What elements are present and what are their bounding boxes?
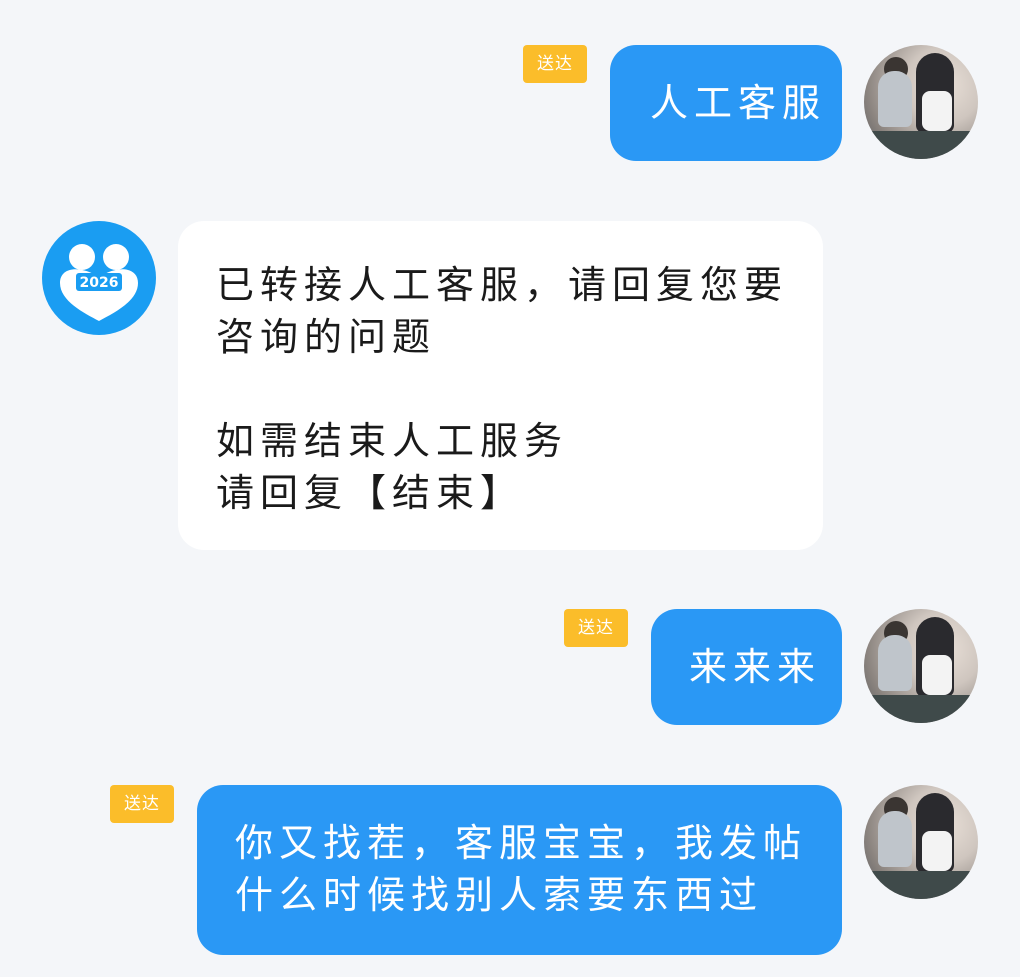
message-text: 已转接人工客服，请回复您要咨询的问题 如需结束人工服务 请回复【结束】 — [216, 263, 789, 515]
svg-text:2026: 2026 — [80, 275, 119, 291]
message-text: 人工客服 — [650, 81, 827, 125]
message-text: 来来来 — [689, 645, 822, 689]
delivered-status-badge: 送达 — [564, 609, 628, 647]
sent-message-bubble[interactable]: 来来来 — [651, 609, 842, 725]
sent-message-bubble[interactable]: 你又找茬，客服宝宝，我发帖什么时候找别人索要东西过 — [197, 785, 842, 955]
chat-conversation: 送达 人工客服 2026 已转接人工客服，请回复您要咨询的问题 如需结束人工服务… — [0, 0, 1020, 977]
user-avatar[interactable] — [864, 45, 978, 159]
sent-message-bubble[interactable]: 人工客服 — [610, 45, 842, 161]
customer-service-avatar[interactable]: 2026 — [42, 221, 156, 335]
delivered-status-badge: 送达 — [523, 45, 587, 83]
people-heart-logo-icon: 2026 — [60, 244, 138, 321]
received-message-bubble[interactable]: 已转接人工客服，请回复您要咨询的问题 如需结束人工服务 请回复【结束】 — [178, 221, 823, 550]
user-avatar[interactable] — [864, 609, 978, 723]
delivered-status-badge: 送达 — [110, 785, 174, 823]
user-avatar[interactable] — [864, 785, 978, 899]
message-text: 你又找茬，客服宝宝，我发帖什么时候找别人索要东西过 — [235, 821, 808, 917]
